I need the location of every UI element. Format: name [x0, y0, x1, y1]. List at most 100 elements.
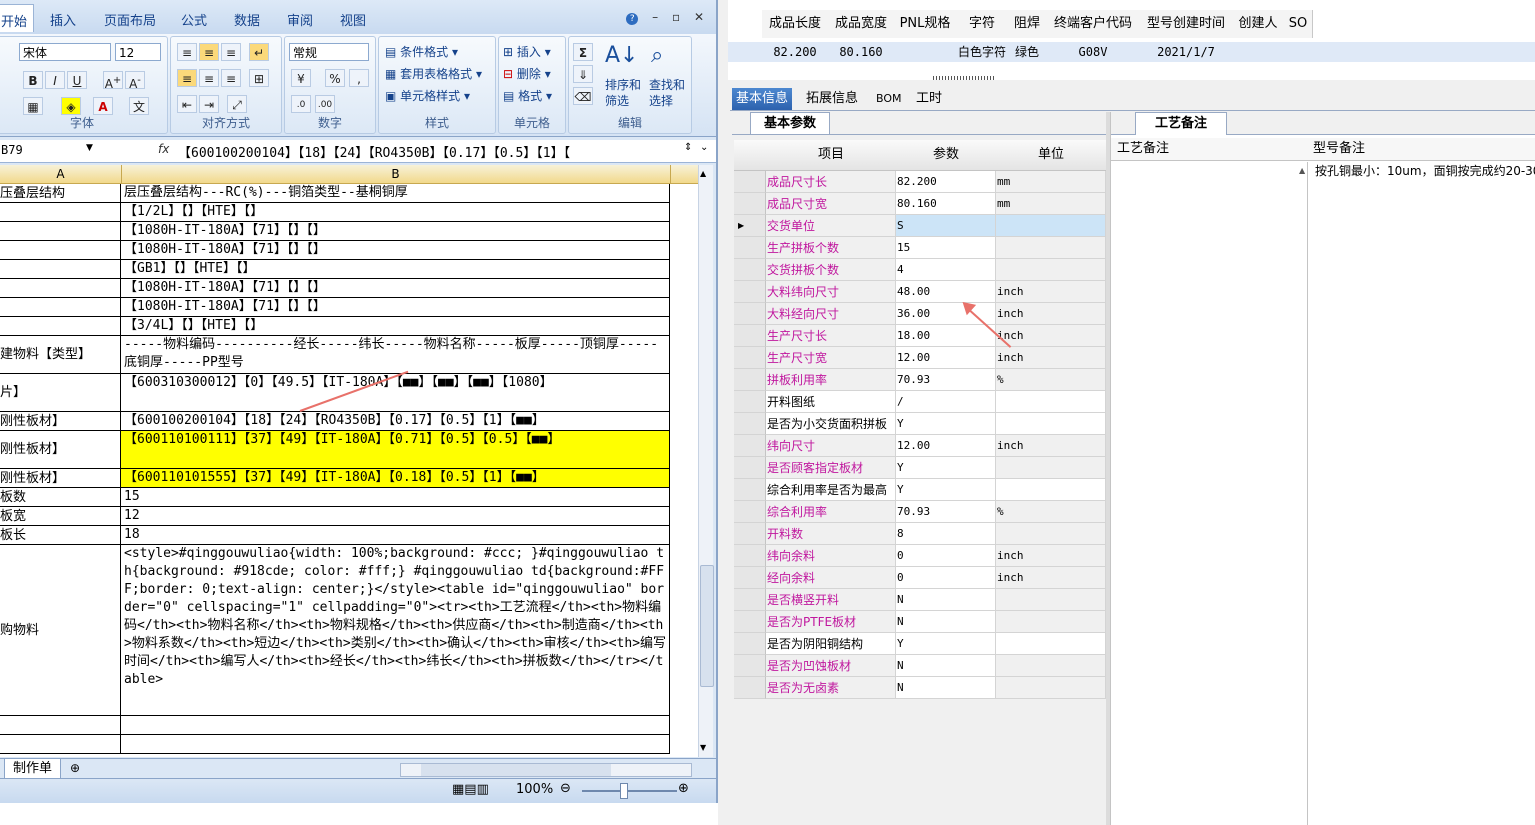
decrease-decimal-button[interactable]: .00	[315, 95, 335, 113]
param-value[interactable]: 70.93	[896, 369, 996, 391]
grid-column-header[interactable]: 成品宽度	[828, 10, 895, 38]
zoom-out-icon[interactable]: ⊖	[560, 781, 571, 796]
insert-cells-button[interactable]: ⊞ 插入 ▾	[503, 43, 551, 60]
cell-b[interactable]: 【600110100111】【37】【49】【IT-180A】【0.71】【0.…	[121, 431, 670, 469]
grid-column-header[interactable]: 阻焊	[1008, 10, 1047, 38]
param-value[interactable]: 80.160	[896, 193, 996, 215]
percent-button[interactable]: %	[325, 69, 345, 87]
align-bottom-button[interactable]: ≡	[221, 43, 241, 61]
fill-button[interactable]: ⇓	[573, 65, 593, 83]
find-select-button[interactable]: 查找和 选择	[649, 77, 685, 109]
param-value[interactable]: 82.200	[896, 171, 996, 193]
param-row[interactable]: 交货拼板个数 4	[734, 259, 1106, 281]
horizontal-scroll-thumb[interactable]	[421, 764, 611, 776]
tab-review[interactable]: 审阅	[287, 10, 313, 29]
conditional-format-button[interactable]: ▤ 条件格式 ▾	[385, 43, 458, 60]
cell-a[interactable]	[0, 716, 121, 735]
cell-a[interactable]	[0, 241, 121, 260]
param-value[interactable]: 18.00	[896, 325, 996, 347]
row-indicator[interactable]	[734, 413, 766, 435]
param-value[interactable]: 0	[896, 545, 996, 567]
param-value[interactable]: 8	[896, 523, 996, 545]
merge-button[interactable]: ⊞	[249, 69, 269, 87]
tab-process-remark[interactable]: 工艺备注	[1135, 112, 1227, 135]
row-indicator[interactable]	[734, 325, 766, 347]
cell-b[interactable]: 【3/4L】【】【HTE】【】	[121, 317, 670, 336]
param-row[interactable]: 纬向余料 0 inch	[734, 545, 1106, 567]
param-row[interactable]: 拼板利用率 70.93%	[734, 369, 1106, 391]
sheet-tab-production[interactable]: 制作单	[4, 759, 62, 779]
row-indicator[interactable]	[734, 677, 766, 699]
cell-b[interactable]	[121, 735, 670, 754]
param-row[interactable]: 是否横竖开料 N	[734, 589, 1106, 611]
cell-b[interactable]: <style>#qinggouwuliao{width: 100%;backgr…	[121, 545, 670, 716]
param-value[interactable]: /	[896, 391, 996, 413]
function-icon[interactable]: fx	[158, 142, 169, 156]
cell-b[interactable]: 12	[121, 507, 670, 526]
cell-b[interactable]: -----物料编码----------经长-----纬长-----物料名称---…	[121, 336, 670, 374]
increase-indent-button[interactable]: ⇥	[199, 95, 219, 113]
param-value[interactable]: N	[896, 589, 996, 611]
grid-cell[interactable]: 白色字符	[956, 42, 1008, 62]
grid-column-header[interactable]: SO	[1284, 10, 1313, 38]
cell-a[interactable]: 购物料	[0, 545, 121, 716]
zoom-slider[interactable]	[582, 790, 677, 792]
tab-basic-params[interactable]: 基本参数	[750, 112, 830, 135]
formula-input[interactable]: 【600100200104】【18】【24】【RO4350B】【0.17】【0.…	[178, 142, 678, 161]
row-indicator[interactable]	[734, 303, 766, 325]
minimize-icon[interactable]: –	[652, 10, 658, 24]
cell-a[interactable]	[0, 317, 121, 336]
param-value[interactable]: N	[896, 677, 996, 699]
cell-b[interactable]	[121, 716, 670, 735]
param-row[interactable]: 生产拼板个数 15	[734, 237, 1106, 259]
cell-b[interactable]: 【GB1】【】【HTE】【】	[121, 260, 670, 279]
param-row[interactable]: 是否为阴阳铜结构 Y	[734, 633, 1106, 655]
column-header-b[interactable]: B	[121, 165, 671, 183]
param-value[interactable]: 0	[896, 567, 996, 589]
scroll-up-icon[interactable]: ▲	[700, 169, 706, 178]
increase-decimal-button[interactable]: .0	[291, 95, 311, 113]
cell-b[interactable]: 【1/2L】【】【HTE】【】	[121, 203, 670, 222]
cell-a[interactable]	[0, 222, 121, 241]
param-row[interactable]: 纬向尺寸 12.00 inch	[734, 435, 1106, 457]
param-row[interactable]: 生产尺寸宽 12.00 inch	[734, 347, 1106, 369]
tab-basic-info[interactable]: 基本信息	[732, 88, 793, 110]
model-remark-text[interactable]: 按孔铜最小：10um，面铜按完成约20-30um	[1315, 162, 1535, 182]
cell-a[interactable]	[0, 279, 121, 298]
cell-a[interactable]: 片】	[0, 374, 121, 412]
tab-bom[interactable]: BOM	[876, 88, 902, 110]
tab-insert[interactable]: 插入	[50, 10, 76, 29]
clear-button[interactable]: ⌫	[573, 87, 593, 105]
param-row[interactable]: ▶ 交货单位 S	[734, 215, 1106, 237]
view-normal-icon[interactable]: ▦▤▥	[452, 782, 489, 797]
align-middle-button[interactable]: ≡	[199, 43, 219, 61]
param-row[interactable]: 开料图纸 /	[734, 391, 1106, 413]
row-indicator[interactable]	[734, 281, 766, 303]
restore-icon[interactable]: ▫	[672, 10, 680, 24]
row-indicator[interactable]	[734, 193, 766, 215]
param-row[interactable]: 是否为凹蚀板材 N	[734, 655, 1106, 677]
align-left-button[interactable]: ≡	[177, 69, 197, 87]
row-indicator[interactable]	[734, 633, 766, 655]
tab-view[interactable]: 视图	[340, 10, 366, 29]
param-row[interactable]: 成品尺寸长 82.200 mm	[734, 171, 1106, 193]
bold-button[interactable]: B	[23, 71, 43, 89]
param-value[interactable]: 48.00	[896, 281, 996, 303]
current-row-icon[interactable]: ▶	[734, 215, 766, 237]
cell-a[interactable]: 压叠层结构	[0, 184, 121, 203]
param-row[interactable]: 大料纬向尺寸 48.00 inch	[734, 281, 1106, 303]
autosum-button[interactable]: Σ	[573, 43, 593, 61]
grid-column-header[interactable]: PNL规格	[894, 10, 957, 38]
row-indicator[interactable]	[734, 369, 766, 391]
zoom-slider-thumb[interactable]	[620, 783, 628, 799]
param-row[interactable]: 综合利用率是否为最高 Y	[734, 479, 1106, 501]
param-row[interactable]: 成品尺寸宽 80.160 mm	[734, 193, 1106, 215]
cell-b[interactable]: 【1080H-IT-180A】【71】【】【】	[121, 241, 670, 260]
name-box[interactable]: B79	[0, 141, 96, 159]
param-value[interactable]: 15	[896, 237, 996, 259]
row-indicator[interactable]	[734, 457, 766, 479]
grid-cell[interactable]	[1232, 42, 1284, 62]
scroll-up-icon[interactable]: ▲	[1299, 166, 1305, 175]
decrease-indent-button[interactable]: ⇤	[177, 95, 197, 113]
cell-a[interactable]	[0, 298, 121, 317]
